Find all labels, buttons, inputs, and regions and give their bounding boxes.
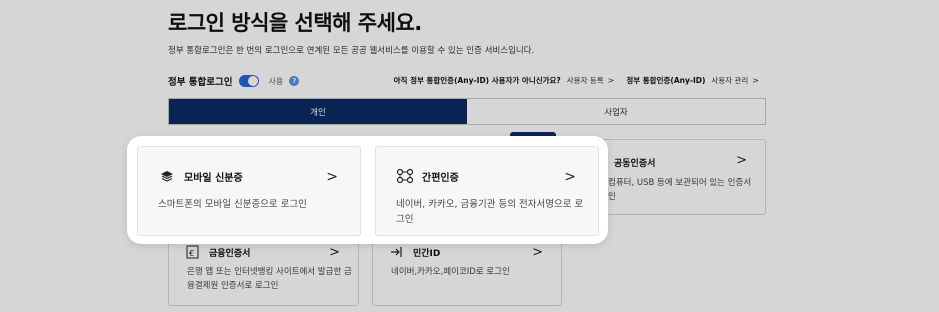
mobile-id-title: 모바일 신분증 (184, 172, 243, 184)
simple-auth-card[interactable]: 간편인증 > 네이버, 카카오, 금융기관 등의 전자서명으로 로그인 (375, 146, 599, 236)
simple-auth-title: 간편인증 (422, 172, 459, 184)
simple-auth-desc: 네이버, 카카오, 금융기관 등의 전자서명으로 로그인 (396, 199, 584, 225)
mobile-id-card[interactable]: 모바일 신분증 > 스마트폰의 모바일 신분증으로 로그인 (137, 146, 361, 236)
mobile-id-desc: 스마트폰의 모바일 신분증으로 로그인 (158, 199, 307, 210)
chevron-right-icon: > (564, 169, 576, 185)
login-method-popup: 모바일 신분증 > 스마트폰의 모바일 신분증으로 로그인 간편인증 > 네이버… (127, 136, 608, 244)
mobile-id-icon (158, 167, 176, 185)
chevron-right-icon: > (326, 169, 338, 185)
simple-auth-icon (396, 167, 414, 185)
